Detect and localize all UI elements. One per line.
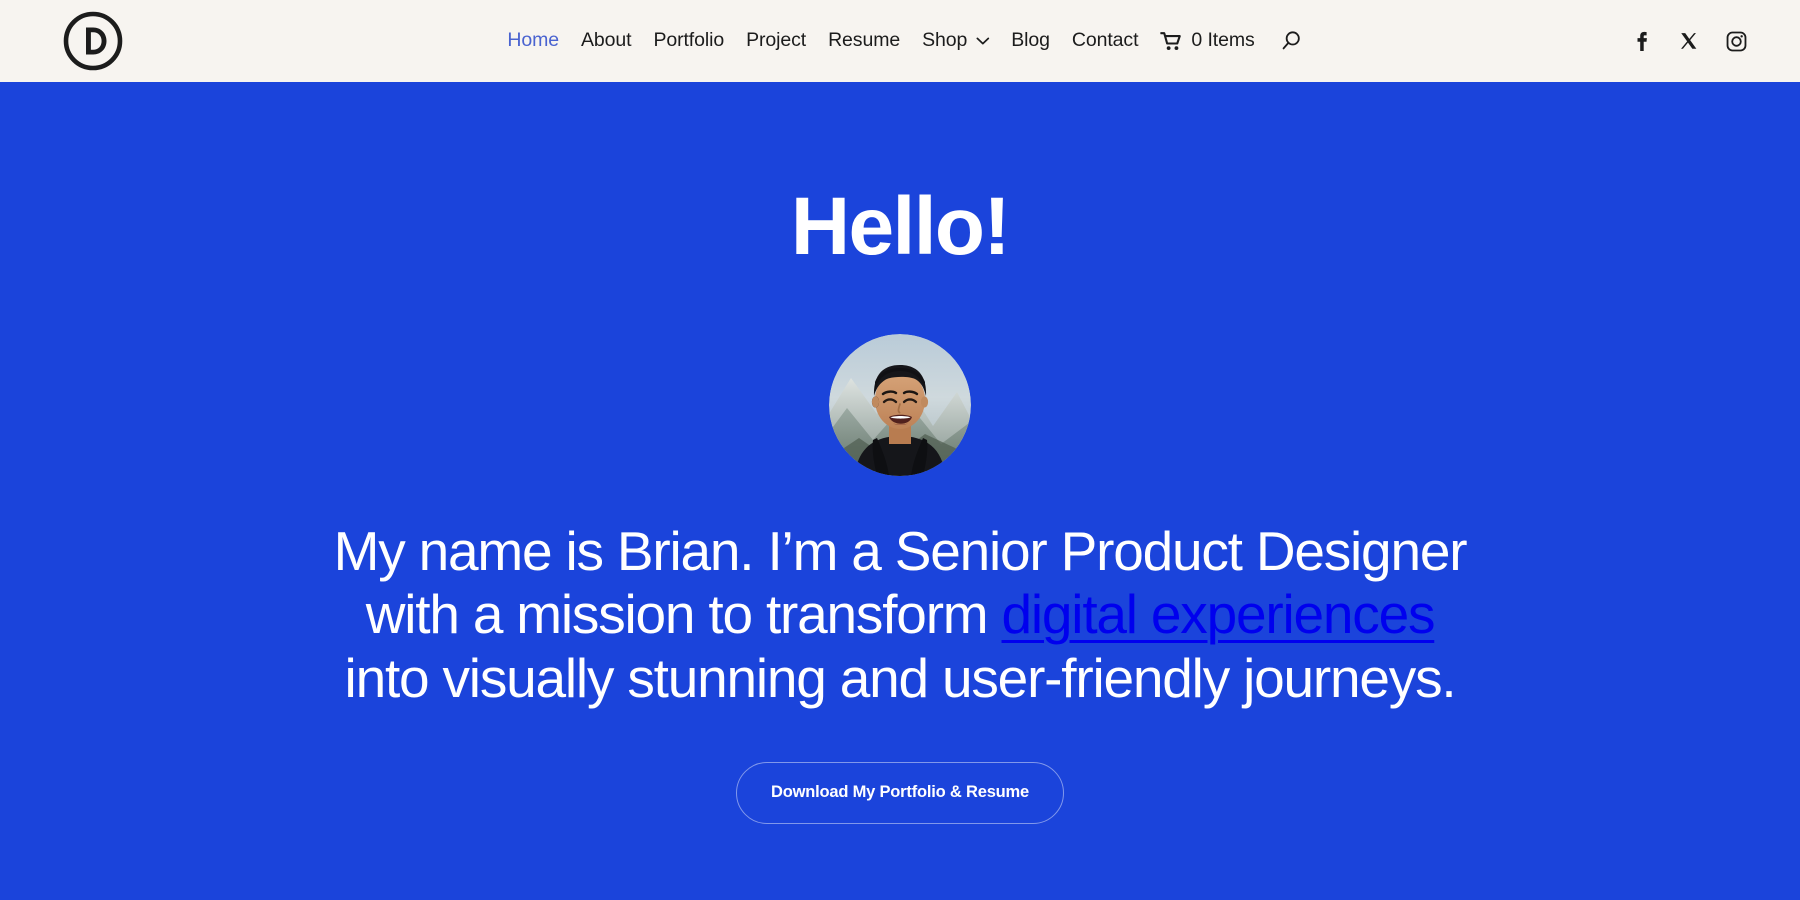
shopping-cart-icon xyxy=(1159,31,1182,51)
hero-section: Hello! My name is Brian. I’m a Senior Pr… xyxy=(0,82,1800,900)
nav-item-home[interactable]: Home xyxy=(496,31,570,51)
facebook-icon xyxy=(1632,31,1652,51)
nav-item-contact[interactable]: Contact xyxy=(1061,31,1150,51)
chevron-down-icon xyxy=(976,37,990,45)
cart-item-count: 0 Items xyxy=(1191,29,1255,52)
nav-item-shop[interactable]: Shop xyxy=(911,31,1000,51)
search-button[interactable] xyxy=(1280,29,1304,53)
hero-heading: Hello! xyxy=(790,181,1011,272)
site-header: Home About Portfolio Project Resume Shop… xyxy=(0,0,1800,82)
social-links xyxy=(1630,29,1748,53)
hero-intro-paragraph: My name is Brian. I’m a Senior Product D… xyxy=(320,520,1480,710)
avatar xyxy=(829,334,971,476)
search-icon xyxy=(1280,29,1304,53)
social-link-x-twitter[interactable] xyxy=(1677,29,1701,53)
site-logo[interactable] xyxy=(62,10,124,72)
avatar-photo xyxy=(829,334,971,476)
cart-link[interactable]: 0 Items xyxy=(1149,31,1265,51)
nav-item-label: Contact xyxy=(1071,29,1139,52)
nav-item-project[interactable]: Project xyxy=(735,31,817,51)
nav-item-label: Blog xyxy=(1011,29,1050,52)
nav-item-label: Resume xyxy=(828,29,901,52)
nav-item-label: Shop xyxy=(922,29,968,52)
instagram-icon xyxy=(1726,31,1747,52)
social-link-instagram[interactable] xyxy=(1724,29,1748,53)
nav-item-about[interactable]: About xyxy=(570,31,642,51)
hero-cta-wrap: Download My Portfolio & Resume xyxy=(735,761,1065,824)
social-link-facebook[interactable] xyxy=(1630,29,1654,53)
nav-item-label: About xyxy=(580,29,632,52)
nav-item-blog[interactable]: Blog xyxy=(1000,31,1061,51)
nav-item-label: Home xyxy=(507,29,559,52)
x-twitter-icon xyxy=(1680,32,1699,51)
nav-item-resume[interactable]: Resume xyxy=(817,31,911,51)
nav-item-portfolio[interactable]: Portfolio xyxy=(642,31,735,51)
hero-intro-part2: into visually stunning and user-friendly… xyxy=(344,646,1457,709)
nav-item-label: Project xyxy=(746,29,807,52)
nav-item-label: Portfolio xyxy=(653,29,725,52)
primary-navigation: Home About Portfolio Project Resume Shop… xyxy=(496,29,1303,53)
download-portfolio-resume-button[interactable]: Download My Portfolio & Resume xyxy=(735,761,1065,824)
hero-intro-emphasis-link[interactable]: digital experiences xyxy=(1002,583,1436,645)
divi-circle-d-logo-icon xyxy=(63,11,123,71)
